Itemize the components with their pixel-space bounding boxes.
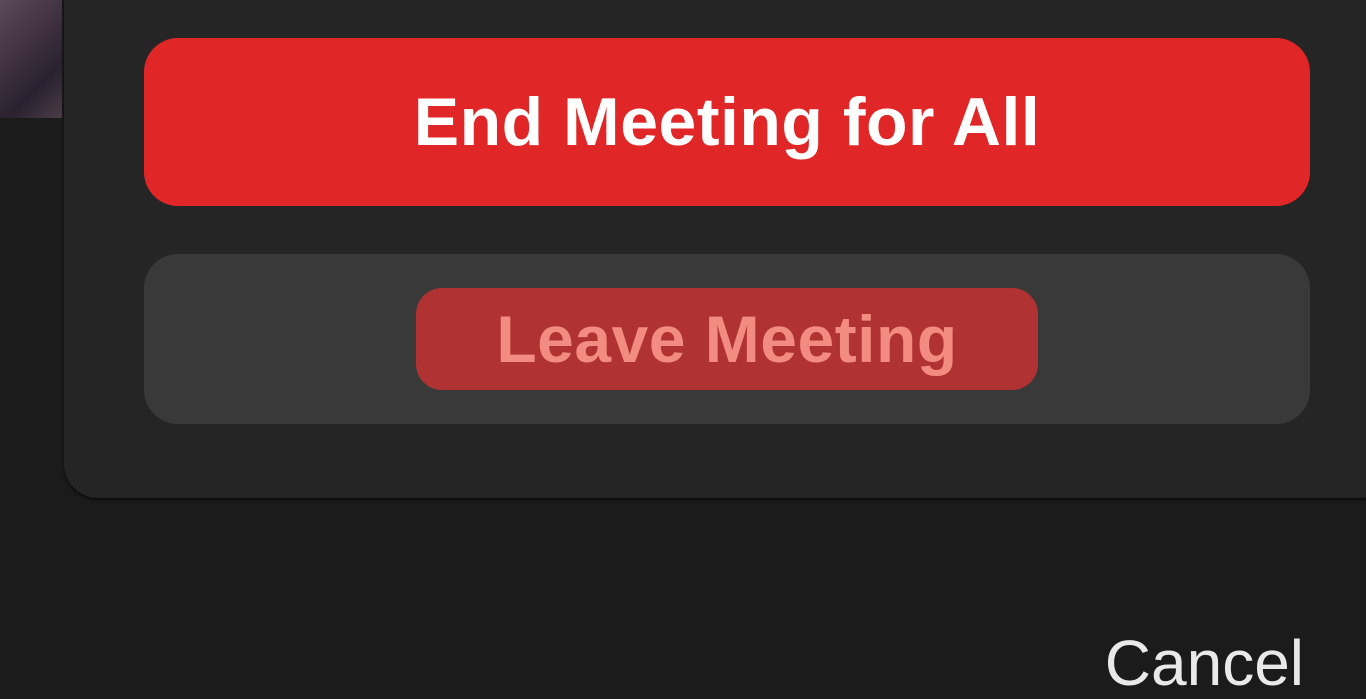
end-meeting-for-all-button[interactable]: End Meeting for All (144, 38, 1310, 206)
participant-video-thumbnail (0, 0, 62, 118)
leave-meeting-label: Leave Meeting (496, 302, 958, 376)
end-meeting-for-all-label: End Meeting for All (413, 84, 1041, 160)
cancel-button[interactable]: Cancel (1105, 626, 1304, 699)
leave-meeting-highlight: Leave Meeting (416, 288, 1038, 390)
leave-meeting-button[interactable]: Leave Meeting (144, 254, 1310, 424)
meeting-window: End Meeting for All Leave Meeting Cancel (0, 0, 1366, 699)
